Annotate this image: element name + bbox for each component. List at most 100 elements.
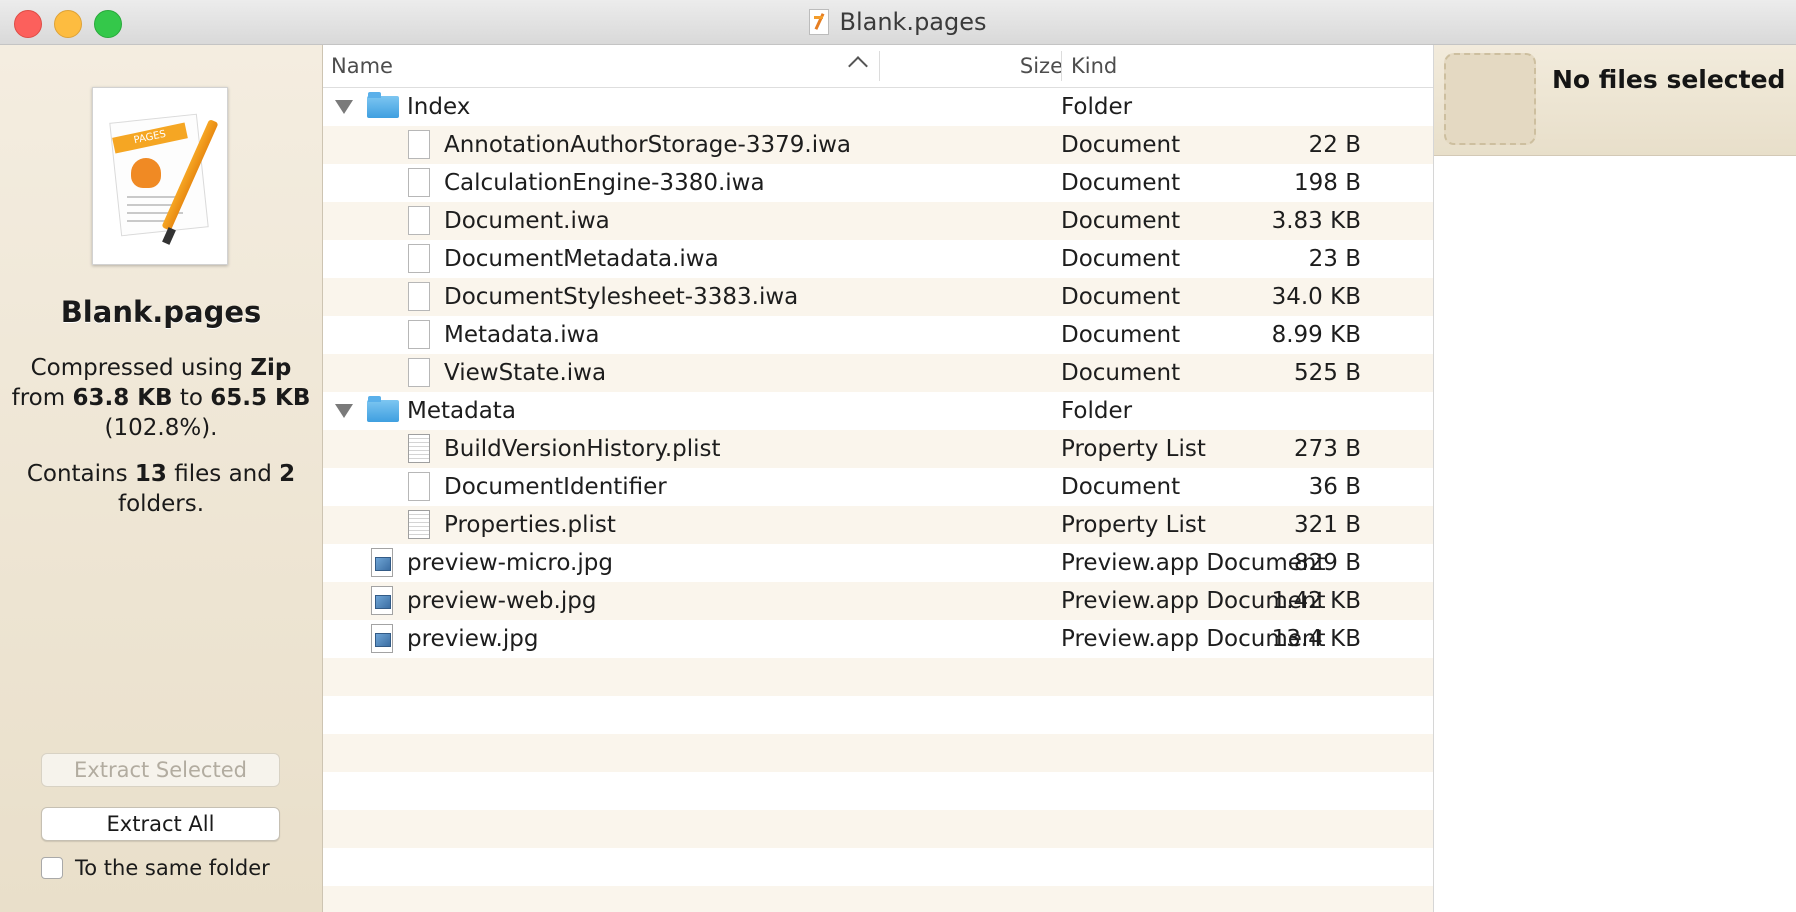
file-name-cell: Metadata.iwa — [444, 322, 600, 348]
compression-ratio: 102.8% — [113, 415, 202, 441]
file-name-cell: preview.jpg — [407, 626, 539, 652]
image-file-icon — [371, 624, 393, 653]
file-kind-cell: Property List — [1061, 436, 1206, 462]
file-row[interactable]: ViewState.iwa 525 B Document — [323, 354, 1433, 392]
compression-info-line1: Compressed using Zip — [30, 355, 292, 381]
compressed-size: 65.5 KB — [210, 385, 311, 411]
file-kind-cell: Document — [1061, 284, 1181, 310]
folder-icon — [367, 92, 399, 118]
file-name-cell: Properties.plist — [444, 512, 616, 538]
document-file-icon — [408, 206, 430, 235]
file-name-cell: DocumentIdentifier — [444, 474, 667, 500]
inspector-header: No files selected — [1434, 45, 1796, 156]
file-row[interactable]: preview-web.jpg 1.42 KB Preview.app Docume… — [323, 582, 1433, 620]
kind-column-header[interactable]: Kind — [1063, 45, 1363, 87]
extract-all-button[interactable]: Extract All — [41, 807, 280, 841]
file-kind-cell: Property List — [1061, 512, 1206, 538]
selection-status: No files selected — [1552, 65, 1786, 94]
document-file-icon — [408, 282, 430, 311]
file-name-cell: BuildVersionHistory.plist — [444, 436, 721, 462]
image-file-icon — [371, 586, 393, 615]
file-kind-cell: Document — [1061, 170, 1181, 196]
folder-count: 2 — [279, 461, 296, 487]
plist-file-icon — [408, 434, 430, 463]
file-kind-cell: Document — [1061, 208, 1181, 234]
extract-selected-button[interactable]: Extract Selected — [41, 753, 280, 787]
same-folder-checkbox[interactable] — [41, 857, 63, 879]
compression-method: Zip — [250, 355, 292, 381]
empty-row — [323, 734, 1433, 772]
file-row[interactable]: AnnotationAuthorStorage-3379.iwa 22 B Docu… — [323, 126, 1433, 164]
window-title-group: Blank.pages — [0, 0, 1796, 44]
file-kind-cell: Document — [1061, 246, 1181, 272]
image-file-icon — [371, 548, 393, 577]
empty-row — [323, 658, 1433, 696]
file-kind-cell: Folder — [1061, 94, 1133, 120]
contents-info-line1: Contains 13 files and 2 — [26, 461, 296, 487]
name-column-header[interactable]: Name — [331, 45, 879, 87]
file-count: 13 — [134, 461, 167, 487]
table-header: Name Size Kind — [323, 45, 1433, 88]
file-name-cell: ViewState.iwa — [444, 360, 607, 386]
same-folder-option[interactable]: To the same folder — [41, 854, 270, 882]
same-folder-label: To the same folder — [75, 856, 270, 880]
file-rows: Index Folder AnnotationAuthorStorage-3379.… — [323, 88, 1433, 912]
file-kind-cell: Document — [1061, 360, 1181, 386]
folder-row[interactable]: Index Folder — [323, 88, 1433, 126]
file-row[interactable]: BuildVersionHistory.plist 273 B Property L… — [323, 430, 1433, 468]
pages-document-icon — [809, 9, 830, 35]
compression-info-line2: from 63.8 KB to 65.5 KB — [11, 385, 311, 411]
contents-info-line2: folders. — [117, 491, 205, 517]
document-file-icon — [408, 130, 430, 159]
archive-window: Blank.pages PAGES Blank.pages Compressed… — [0, 0, 1796, 912]
title-bar: Blank.pages — [0, 0, 1796, 45]
file-kind-cell: Document — [1061, 322, 1181, 348]
file-row[interactable]: Document.iwa 3.83 KB Document — [323, 202, 1433, 240]
empty-row — [323, 848, 1433, 886]
file-kind-cell: Document — [1061, 132, 1181, 158]
file-row[interactable]: DocumentMetadata.iwa 23 B Document — [323, 240, 1433, 278]
document-file-icon — [408, 472, 430, 501]
compression-info-line3: (102.8%). — [104, 415, 218, 441]
folder-icon — [367, 396, 399, 422]
file-kind-cell: Preview.app Document — [1061, 550, 1326, 576]
plist-file-icon — [408, 510, 430, 539]
file-name-cell: Metadata — [407, 398, 516, 424]
file-row[interactable]: CalculationEngine-3380.iwa 198 B Document — [323, 164, 1433, 202]
file-name-cell: DocumentMetadata.iwa — [444, 246, 719, 272]
file-row[interactable]: Metadata.iwa 8.99 KB Document — [323, 316, 1433, 354]
folder-row[interactable]: Metadata Folder — [323, 392, 1433, 430]
disclosure-triangle-icon[interactable] — [335, 100, 353, 114]
archive-file-name: Blank.pages — [60, 295, 262, 329]
file-preview-placeholder — [1444, 53, 1536, 145]
empty-row — [323, 810, 1433, 848]
file-list: Name Size Kind Index Folder AnnotationAuth… — [323, 45, 1433, 912]
file-kind-cell: Folder — [1061, 398, 1133, 424]
file-name-cell: preview-web.jpg — [407, 588, 597, 614]
file-kind-cell: Document — [1061, 474, 1181, 500]
archive-info-sidebar: PAGES Blank.pages Compressed using Zip f… — [0, 45, 323, 912]
file-name-cell: AnnotationAuthorStorage-3379.iwa — [444, 132, 851, 158]
file-name-cell: preview-micro.jpg — [407, 550, 613, 576]
empty-row — [323, 886, 1433, 912]
inspector-panel: No files selected — [1433, 45, 1796, 912]
file-kind-cell: Preview.app Document — [1061, 588, 1326, 614]
file-name-cell: Index — [407, 94, 471, 120]
window-title: Blank.pages — [839, 8, 987, 36]
original-size: 63.8 KB — [72, 385, 173, 411]
pages-file-icon: PAGES — [92, 87, 228, 265]
file-row[interactable]: preview-micro.jpg 829 B Preview.app Docume… — [323, 544, 1433, 582]
column-divider[interactable] — [1061, 51, 1062, 81]
empty-row — [323, 772, 1433, 810]
disclosure-triangle-icon[interactable] — [335, 404, 353, 418]
file-kind-cell: Preview.app Document — [1061, 626, 1326, 652]
document-file-icon — [408, 244, 430, 273]
file-row[interactable]: Properties.plist 321 B Property List — [323, 506, 1433, 544]
file-name-cell: DocumentStylesheet-3383.iwa — [444, 284, 799, 310]
file-row[interactable]: DocumentIdentifier 36 B Document — [323, 468, 1433, 506]
document-file-icon — [408, 168, 430, 197]
document-file-icon — [408, 358, 430, 387]
file-row[interactable]: preview.jpg 13.4 KB Preview.app Document — [323, 620, 1433, 658]
file-row[interactable]: DocumentStylesheet-3383.iwa 34.0 KB Docume… — [323, 278, 1433, 316]
file-name-cell: Document.iwa — [444, 208, 610, 234]
